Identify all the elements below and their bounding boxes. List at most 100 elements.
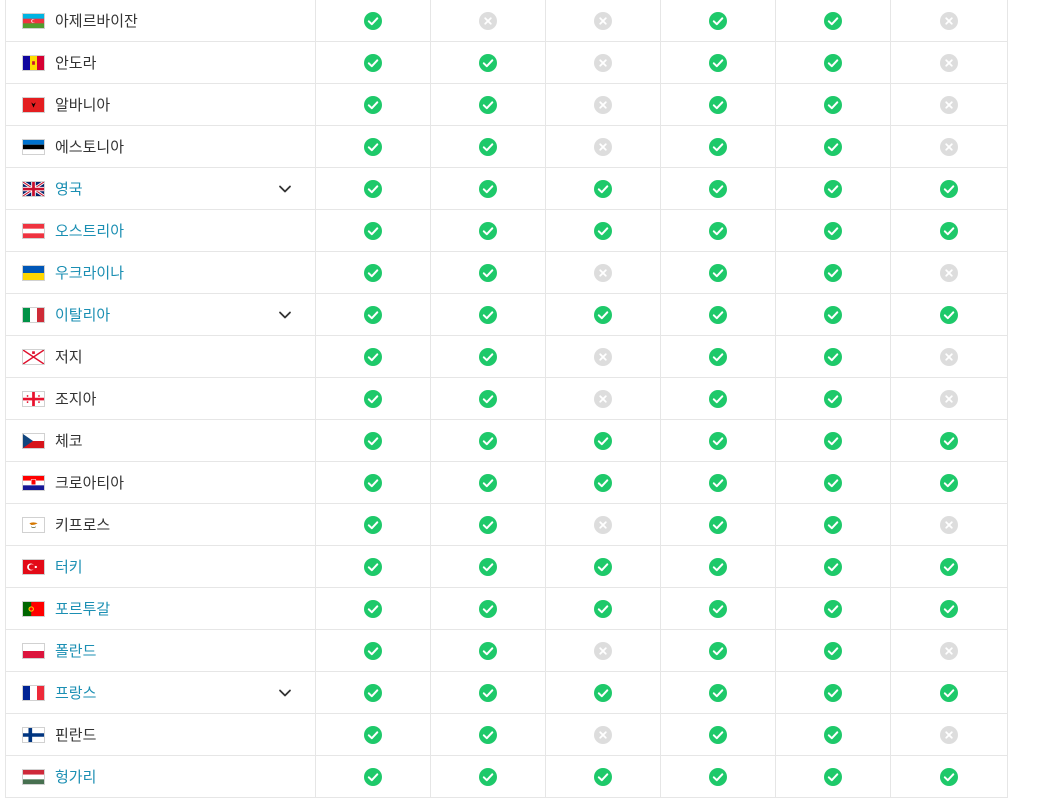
flag-ee-icon [22,138,45,155]
feature-cell [891,126,1006,167]
feature-cell [546,0,661,41]
check-circle-icon [709,767,727,786]
feature-cell [431,420,546,461]
check-circle-icon [594,473,612,492]
check-circle-icon [824,515,842,534]
feature-cell [661,672,776,713]
country-name-link[interactable]: 프랑스 [55,682,96,703]
country-cell[interactable]: 헝가리 [6,756,316,797]
check-circle-icon [479,263,497,282]
table-row: 아제르바이잔 [6,0,1007,42]
country-name-link[interactable]: 터키 [55,556,83,577]
check-circle-icon [594,767,612,786]
flag-hr-icon [22,474,45,491]
feature-cell [316,546,431,587]
flag-ua-icon [22,264,45,281]
check-circle-icon [594,683,612,702]
check-circle-icon [824,347,842,366]
country-cell[interactable]: 터키 [6,546,316,587]
country-name-link[interactable]: 우크라이나 [55,262,124,283]
country-name: 조지아 [55,390,97,408]
feature-cell [431,462,546,503]
country-cell[interactable]: 이탈리아 [6,294,316,335]
feature-cell [316,294,431,335]
chevron-down-icon[interactable] [278,308,292,322]
country-name-link[interactable]: 오스트리아 [55,220,124,241]
cross-circle-icon [939,641,958,660]
country-name: 저지 [55,348,83,366]
table-row: 핀란드 [6,714,1007,756]
check-circle-icon [364,767,382,786]
check-circle-icon [479,515,497,534]
feature-cell [776,252,891,293]
feature-cell [891,714,1006,755]
country-name-link[interactable]: 폴란드 [55,640,96,661]
country-cell[interactable]: 우크라이나 [6,252,316,293]
country-name-link[interactable]: 영국 [55,178,83,199]
feature-cell [431,252,546,293]
feature-cell [776,420,891,461]
check-circle-icon [709,11,727,30]
country-name: 알바니아 [55,96,111,114]
check-circle-icon [709,305,727,324]
check-circle-icon [709,95,727,114]
feature-cell [776,672,891,713]
feature-cell [316,462,431,503]
flag-tr-icon [22,558,45,575]
feature-cell [661,756,776,797]
country-cell[interactable]: 오스트리아 [6,210,316,251]
check-circle-icon [824,179,842,198]
country-cell[interactable]: 포르투갈 [6,588,316,629]
feature-cell [776,504,891,545]
check-circle-icon [364,599,382,618]
feature-cell [431,126,546,167]
feature-cell [661,462,776,503]
check-circle-icon [939,683,958,702]
feature-cell [891,294,1006,335]
feature-cell [891,252,1006,293]
check-circle-icon [479,53,497,72]
country-cell[interactable]: 영국 [6,168,316,209]
check-circle-icon [594,599,612,618]
feature-cell [431,84,546,125]
feature-cell [891,462,1006,503]
feature-cell [891,0,1006,41]
feature-cell [316,588,431,629]
country-name-link[interactable]: 이탈리아 [55,304,110,325]
flag-pl-icon [22,642,45,659]
chevron-down-icon[interactable] [278,686,292,700]
table-row: 키프로스 [6,504,1007,546]
country-name-link[interactable]: 포르투갈 [55,598,110,619]
feature-cell [546,462,661,503]
table-row: 체코 [6,420,1007,462]
feature-cell [776,378,891,419]
check-circle-icon [709,53,727,72]
feature-cell [661,210,776,251]
country-name-link[interactable]: 헝가리 [55,766,96,787]
cross-circle-icon [939,515,958,534]
cross-circle-icon [594,347,612,366]
check-circle-icon [709,179,727,198]
feature-cell [316,378,431,419]
check-circle-icon [364,557,382,576]
country-cell[interactable]: 프랑스 [6,672,316,713]
chevron-down-icon[interactable] [278,182,292,196]
check-circle-icon [479,347,497,366]
table-row: 터키 [6,546,1007,588]
cross-circle-icon [594,95,612,114]
table-row: 안도라 [6,42,1007,84]
cross-circle-icon [594,515,612,534]
check-circle-icon [479,599,497,618]
country-cell: 체코 [6,420,316,461]
cross-circle-icon [594,11,612,30]
feature-cell [316,336,431,377]
check-circle-icon [364,305,382,324]
country-cell: 저지 [6,336,316,377]
feature-cell [546,630,661,671]
feature-cell [776,126,891,167]
check-circle-icon [824,305,842,324]
country-cell[interactable]: 폴란드 [6,630,316,671]
feature-cell [316,420,431,461]
feature-cell [316,168,431,209]
feature-cell [546,504,661,545]
